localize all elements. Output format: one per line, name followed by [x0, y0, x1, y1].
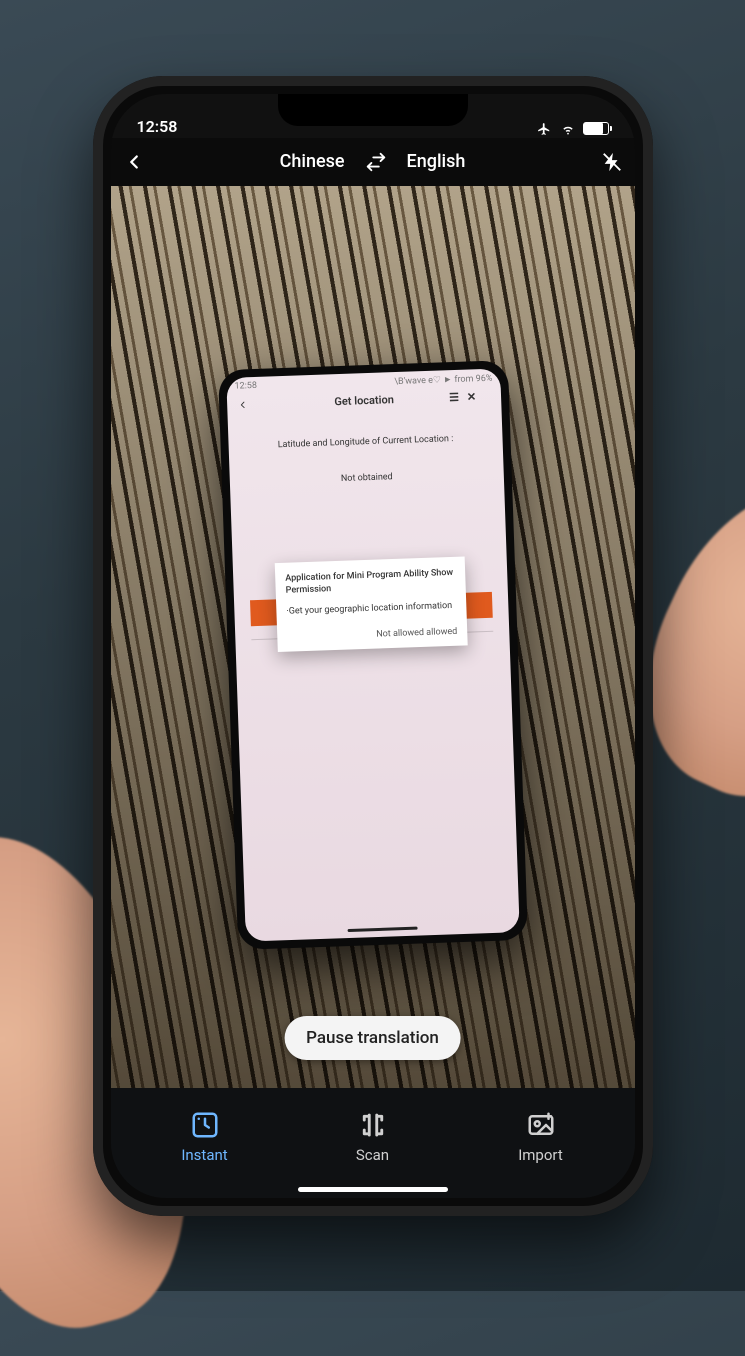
- mode-instant[interactable]: Instant: [121, 1110, 287, 1164]
- scanned-phone-frame: 12:58 \B'wave e♡ ► from 96% Get location…: [217, 360, 527, 950]
- airplane-mode-icon: [535, 122, 553, 136]
- scanned-body-line2: Not obtained: [340, 472, 392, 484]
- iphone-notch: [278, 94, 468, 126]
- scanned-status-right: \B'wave e♡ ► from 96%: [394, 372, 492, 386]
- mode-import-label: Import: [518, 1146, 563, 1164]
- instant-icon: [190, 1110, 220, 1140]
- target-language[interactable]: English: [395, 151, 478, 172]
- back-icon[interactable]: [123, 151, 145, 173]
- mode-scan[interactable]: Scan: [289, 1110, 455, 1164]
- camera-viewfinder[interactable]: 12:58 \B'wave e♡ ► from 96% Get location…: [111, 186, 635, 1088]
- status-right-cluster: [535, 122, 609, 136]
- scanned-status-time: 12:58: [234, 380, 257, 392]
- swap-languages-icon[interactable]: [365, 151, 387, 173]
- mode-instant-label: Instant: [181, 1146, 227, 1164]
- status-time: 12:58: [137, 117, 178, 136]
- pause-translation-button[interactable]: Pause translation: [284, 1016, 461, 1060]
- scanned-permission-dialog: Application for Mini Program Ability Sho…: [274, 556, 467, 651]
- scanned-header-title: Get location: [334, 393, 394, 408]
- scanned-body: Latitude and Longitude of Current Locati…: [227, 408, 519, 941]
- mode-scan-label: Scan: [356, 1146, 389, 1164]
- scan-icon: [358, 1110, 388, 1140]
- scanned-close-icon: ✕: [466, 390, 476, 403]
- flash-off-icon[interactable]: [601, 151, 623, 173]
- camera-mode-toolbar: Instant Scan Import: [111, 1088, 635, 1198]
- scanned-dialog-deny: Not allowed: [376, 627, 424, 639]
- scanned-dialog-allow: allowed: [426, 626, 457, 637]
- ios-home-indicator[interactable]: [298, 1187, 448, 1192]
- mode-import[interactable]: Import: [457, 1110, 623, 1164]
- wifi-icon: [559, 122, 577, 136]
- outer-iphone-screen: 12:58 Chinese English: [111, 94, 635, 1198]
- source-language[interactable]: Chinese: [268, 151, 357, 172]
- import-icon: [526, 1110, 556, 1140]
- scanned-menu-icon: ☰: [448, 390, 458, 403]
- outer-iphone-frame: 12:58 Chinese English: [93, 76, 653, 1216]
- scanned-back-icon: [237, 399, 248, 410]
- scanned-body-line1: Latitude and Longitude of Current Locati…: [277, 434, 453, 450]
- scanned-dialog-actions: Not allowed allowed: [287, 625, 457, 643]
- battery-icon: [583, 122, 609, 135]
- translate-header: Chinese English: [111, 138, 635, 186]
- scanned-phone-screen: 12:58 \B'wave e♡ ► from 96% Get location…: [226, 368, 520, 941]
